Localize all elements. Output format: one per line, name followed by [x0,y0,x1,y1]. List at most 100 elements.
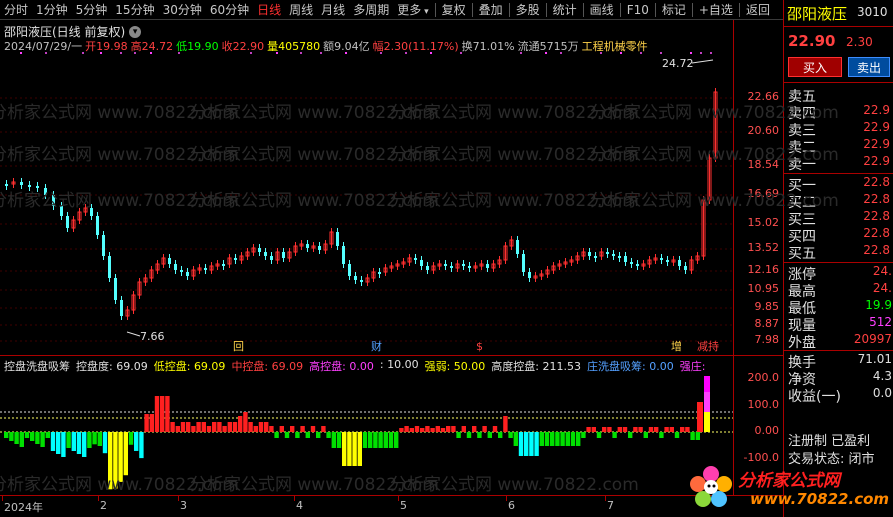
indicator-bar [680,427,685,432]
period-tab[interactable]: 周线 [285,0,317,20]
indicator-bar [357,432,362,466]
price-tick: 7.98 [754,333,780,346]
indicator-bar [82,432,87,457]
candle-body [666,260,669,262]
stock-name: 邵阳液压 [787,5,848,23]
event-marker[interactable]: 回 [233,340,244,353]
period-tab[interactable]: 60分钟 [206,0,253,20]
logo-url: www.70822.com [750,490,890,508]
indicator-bar [591,427,596,432]
toolbar-button[interactable]: 叠加 [475,0,507,20]
indicator-bar [633,427,638,432]
ask-row[interactable]: 卖一 22.9 [788,154,890,173]
period-tab[interactable]: 30分钟 [159,0,206,20]
main-kline-chart[interactable]: 邵阳液压(日线 前复权) ▾ 2024/07/29/一 开19.98 高24.7… [0,20,783,355]
ask-row[interactable]: 卖二 22.9 [788,137,890,156]
indicator-bar [35,432,40,444]
toolbar-button[interactable]: 复权 [438,0,470,20]
candle-body [636,264,639,266]
candle-body [612,254,615,256]
event-marker[interactable]: $ [476,340,483,353]
indicator-bar [97,432,102,446]
indicator-bar [186,422,191,432]
signal-dot [380,52,382,54]
candle-body [114,278,117,300]
toolbar-button[interactable]: +自选 [695,0,737,20]
kline-plot[interactable]: 24.72 7.66 回 财 $ 增 减持 [0,20,733,355]
signal-dot [710,52,712,54]
bid-row[interactable]: 买二 22.8 [788,192,890,211]
indicator-bar [560,432,565,446]
signal-dot [20,52,22,54]
candle-body [426,266,429,270]
stat-row: 换手 71.01 [788,352,892,371]
toolbar-button[interactable]: 标记 [658,0,690,20]
sell-button[interactable]: 卖出 [848,57,890,77]
indicator-bar [139,432,144,459]
signal-dot [620,52,622,54]
indicator-bar [607,427,612,432]
indicator-panel[interactable]: 控盘洗盘吸筹 控盘度: 69.09 低控盘: 69.09 中控盘: 69.09 … [0,355,783,495]
price-tick: 13.52 [747,241,780,254]
candle-body [96,216,99,235]
period-tab[interactable]: 5分钟 [72,0,112,20]
bid-row[interactable]: 买三 22.8 [788,209,890,228]
period-tab[interactable]: 1分钟 [32,0,72,20]
event-marker[interactable]: 增 [671,339,682,353]
indicator-bar [544,432,550,446]
toolbar-button[interactable]: 返回 [742,0,774,20]
toolbar-button[interactable]: 多股 [512,0,544,20]
indicator-bar [508,432,513,438]
signal-dot [320,52,322,54]
bid-row[interactable]: 买一 22.8 [788,175,890,194]
indicator-bar [206,426,212,432]
indicator-bar [617,427,622,432]
candle-body [102,235,105,256]
toolbar-button[interactable]: 统计 [549,0,581,20]
indicator-bar [482,426,487,432]
indicator-bar [513,432,518,446]
toolbar-divider [471,2,473,17]
indicator-bar [149,414,154,432]
stat-label: 最高 [788,284,816,300]
indicator-bar [674,432,680,438]
buy-button[interactable]: 买入 [788,57,842,77]
stat-label: 现量 [788,318,816,334]
candle-body [258,248,261,252]
indicator-bar [697,402,703,432]
candle-body [624,256,627,262]
ask-row[interactable]: 卖四 22.9 [788,103,890,122]
period-tab[interactable]: 日线 [253,0,285,20]
period-tab[interactable]: 月线 [317,0,349,20]
indicator-bar [45,432,50,438]
period-tab[interactable]: 更多 [393,0,432,20]
ask-row[interactable]: 卖五 [788,86,890,105]
indicator-bar [628,432,633,438]
period-tab[interactable]: 分时 [0,0,32,20]
bid-label: 买三 [788,212,816,228]
period-tab[interactable]: 15分钟 [111,0,158,20]
indicator-plot[interactable] [0,356,733,496]
date-tick-mark [98,496,99,501]
candle-body [234,258,237,260]
event-marker[interactable]: 财 [371,339,382,353]
candle-body [516,240,519,254]
indicator-bar [4,432,9,438]
signal-dot [545,52,547,54]
date-tick-mark [178,496,179,501]
candle-body [462,264,465,266]
toolbar-button[interactable]: 画线 [586,0,618,20]
indicator-bar [321,426,326,432]
toolbar-button[interactable]: F10 [623,0,653,20]
stat-row: 最低 19.9 [788,298,892,317]
indicator-bar [9,432,14,441]
bid-row[interactable]: 买五 22.8 [788,243,890,262]
period-tab[interactable]: 多周期 [349,0,393,20]
high-price-marker: 24.72 [662,57,694,70]
date-tick-mark [605,496,606,501]
indicator-bar [461,426,466,432]
ask-row[interactable]: 卖三 22.9 [788,120,890,139]
event-marker[interactable]: 减持 [697,339,719,353]
price-tick: 16.69 [747,187,780,200]
bid-row[interactable]: 买四 22.8 [788,226,890,245]
